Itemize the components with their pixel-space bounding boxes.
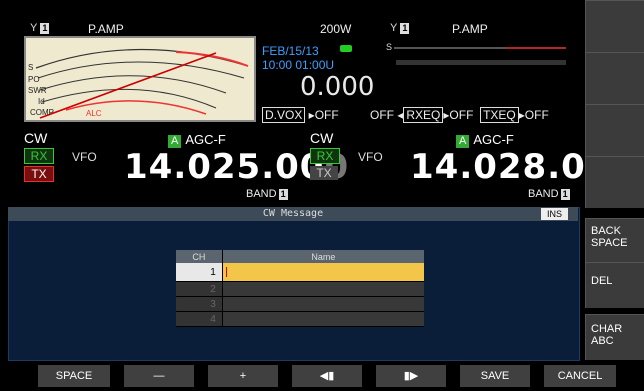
time-display: 10:00 01:00U [262,58,335,72]
pamp-label-right: P.AMP [452,22,488,36]
tx-badge-right: TX [310,166,338,180]
table-row[interactable]: 4 [176,311,424,327]
row-ch: 4 [176,311,223,327]
meter-id-label: Id [38,97,45,106]
pamp-label-left: P.AMP [88,22,124,36]
meter-comp-label: COMP [30,108,54,117]
save-key[interactable]: SAVE [460,365,530,387]
column-header-name: Name [221,250,424,263]
delete-key[interactable]: DEL [585,262,644,308]
side-key-3[interactable] [585,104,644,156]
cw-message-title-bar: CW Message INS [8,207,578,221]
cursor-right-key[interactable]: ▮▶ [376,365,446,387]
agc-left: A AGC-F [168,132,226,148]
vfo-label-right: VFO [358,150,383,164]
back-space-key[interactable]: BACK SPACE [585,218,644,262]
dvox-control[interactable]: D.VOX ▸OFF [262,107,339,123]
char-abc-key[interactable]: CHAR ABC [585,314,644,360]
meter-alc-label: ALC [86,109,102,118]
row-ch: 1 [176,263,223,282]
rxeq-txeq-controls[interactable]: OFF ◂ RXEQ ▸OFF TXEQ ▸OFF [370,107,549,123]
table-row[interactable]: 1 [176,263,424,282]
date-display: FEB/15/13 [262,44,319,58]
battery-icon [340,45,352,52]
cancel-key[interactable]: CANCEL [544,365,616,387]
antenna-indicator-left: Y1 [30,22,50,34]
meter-swr-label: SWR [28,86,47,95]
side-key-2[interactable] [585,52,644,104]
rit-offset-display: 0.000 [300,72,375,102]
rx-tx-indicator-left: RX TX [24,148,54,182]
analog-meter: S PO SWR Id COMP ALC [24,36,256,122]
side-key-4[interactable] [585,156,644,208]
row-name[interactable] [221,281,424,297]
row-ch: 2 [176,281,223,297]
cursor-left-key[interactable]: ◀▮ [292,365,362,387]
side-key-1[interactable] [585,0,644,52]
minus-key[interactable]: — [124,365,194,387]
power-readout: 200W [320,22,352,36]
mode-right: CW [310,130,334,146]
band-right: BAND 1 [528,188,570,200]
s-meter-bar-right: S [386,40,576,68]
panel-title: CW Message [262,208,324,219]
meter-po-label: PO [28,75,40,84]
space-key[interactable]: SPACE [38,365,110,387]
row-name[interactable] [221,296,424,312]
rx-badge-left: RX [24,148,54,164]
insert-mode-badge: INS [540,208,568,220]
band-left: BAND 1 [246,188,288,200]
svg-text:S: S [386,42,392,52]
table-row[interactable]: 3 [176,296,424,312]
tx-badge-left: TX [24,166,54,182]
row-ch: 3 [176,296,223,312]
message-table: CH Name 1 2 3 4 [176,250,424,327]
plus-key[interactable]: + [208,365,278,387]
antenna-indicator-right: Y1 [390,22,410,34]
column-header-ch: CH [176,250,223,263]
meter-s-label: S [28,63,33,72]
rx-badge-right: RX [310,148,340,164]
text-cursor [225,266,227,277]
rx-tx-indicator-right: RX TX [310,148,340,180]
vfo-label-left: VFO [72,150,97,164]
row-name-input[interactable] [221,263,424,282]
mode-left: CW [24,130,48,146]
table-row[interactable]: 2 [176,281,424,297]
agc-right: A AGC-F [456,132,514,148]
meter-scale-graphic: S PO SWR Id COMP ALC [28,48,249,119]
row-name[interactable] [221,311,424,327]
